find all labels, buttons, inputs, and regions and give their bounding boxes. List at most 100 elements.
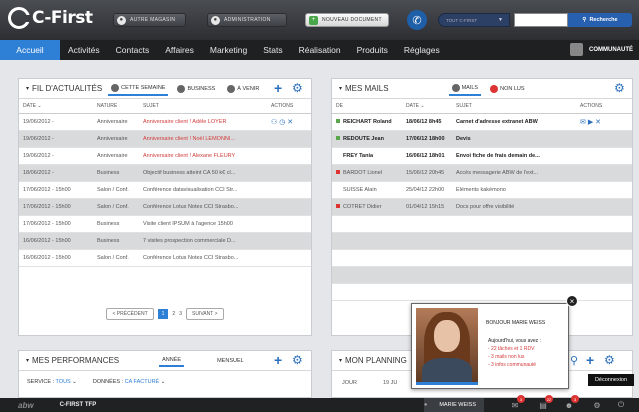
col-nature[interactable]: NATURE [93, 99, 139, 114]
table-row[interactable]: 19/06/2012 - Anniversaire Anniversaire c… [19, 130, 311, 148]
table-row[interactable]: 17/06/2012 - 15h00 Business Visite clien… [19, 215, 311, 233]
col-subject[interactable]: SUJET [452, 99, 576, 114]
clock-icon[interactable]: ◷ [279, 119, 285, 126]
summary-community[interactable]: - 3 infos communauté [488, 361, 541, 369]
power-icon[interactable]: ⏻ [616, 400, 626, 410]
collapse-icon[interactable]: ▾ [339, 85, 342, 92]
collapse-icon[interactable]: ▾ [339, 357, 342, 364]
filter-unread[interactable]: NON LUS [487, 83, 527, 95]
delete-icon[interactable]: ✕ [595, 119, 601, 126]
community-link[interactable]: COMMUNAUTÉ [570, 43, 633, 56]
search-scope-select[interactable]: TOUT C-FIRST ▼ [438, 13, 510, 27]
tab-affaires[interactable]: Affaires [157, 40, 202, 60]
filter-mails[interactable]: MAILS [448, 82, 482, 96]
tasks-icon[interactable]: ▤ 22 [538, 395, 553, 410]
administration-button[interactable]: ● ADMINISTRATION [207, 13, 287, 27]
tab-activites[interactable]: Activités [60, 40, 108, 60]
table-row[interactable]: 19/06/2012 - Anniversaire Anniversaire c… [19, 113, 311, 131]
filter-business[interactable]: BUSINESS [174, 83, 218, 95]
search-icon[interactable]: ⚲ [570, 354, 578, 367]
cell-nature: Anniversaire [93, 113, 139, 131]
add-icon[interactable]: + [274, 352, 282, 368]
cell-from: REICHART Roland [332, 113, 402, 131]
cell-subject[interactable]: Devis [452, 130, 576, 148]
prev-page-button[interactable]: < PRÉCÉDENT [106, 308, 154, 320]
settings-icon[interactable]: ⚙ [592, 400, 602, 410]
collapse-icon[interactable]: ▾ [26, 357, 29, 364]
community-icon[interactable]: ☻ 3 [564, 395, 579, 410]
table-row[interactable]: REDOUTE Jean 17/06/12 18h00 Devis [332, 130, 632, 148]
tab-produits[interactable]: Produits [349, 40, 396, 60]
summary-tasks[interactable]: - 22 tâches et 1 RDV [488, 345, 541, 353]
tab-contacts[interactable]: Contacts [108, 40, 158, 60]
reply-icon[interactable]: ✉ [580, 119, 586, 126]
cell-subject[interactable]: Carnet d'adresse extranet ABW [452, 113, 576, 131]
mail-icon[interactable]: ✉ 3 [510, 395, 525, 410]
table-row[interactable]: 16/06/2012 - 15h00 Salon / Conf. Confére… [19, 249, 311, 267]
tab-year[interactable]: ANNÉE [159, 355, 185, 367]
tab-realisation[interactable]: Réalisation [291, 40, 349, 60]
next-page-button[interactable]: SUIVANT > [185, 308, 224, 320]
tab-reglages[interactable]: Réglages [396, 40, 448, 60]
gear-icon[interactable]: ⚙ [604, 353, 615, 367]
table-row[interactable]: 17/06/2012 - 15h00 Salon / Conf. Confére… [19, 181, 311, 199]
cell-subject[interactable]: Conférence Lotus Notes CCI Strasbo... [139, 249, 267, 267]
mails-table: DE DATE ⌄ SUJET ACTIONS REICHART Roland … [332, 99, 632, 301]
add-icon[interactable]: + [274, 80, 282, 96]
page-1[interactable]: 1 [157, 309, 169, 319]
table-row[interactable]: 17/06/2012 - 15h00 Salon / Conf. Confére… [19, 198, 311, 216]
gear-icon[interactable]: ⚙ [292, 353, 303, 367]
table-row[interactable]: REICHART Roland 18/06/12 8h45 Carnet d'a… [332, 113, 632, 131]
col-from[interactable]: DE [332, 99, 402, 114]
cell-subject[interactable]: Objectif business atteint CA 50 k€ cl... [139, 164, 267, 182]
phone-icon[interactable]: ✆ [407, 10, 427, 30]
cell-subject[interactable]: Anniversaire client ! Adèle LOYER [139, 113, 267, 131]
gear-icon[interactable]: ⚙ [614, 81, 625, 95]
cell-subject[interactable]: Accès messagerie ABW de l'ext... [452, 164, 576, 182]
cell-subject[interactable]: Conférence datavisualisation CCI Str... [139, 181, 267, 199]
filter-upcoming[interactable]: À VENIR [224, 83, 262, 95]
table-row[interactable]: BARDOT Lionel 15/06/12 20h45 Accès messa… [332, 164, 632, 182]
data-filter[interactable]: DONNÉES : CA FACTURÉ ⌄ [93, 379, 165, 385]
col-date[interactable]: DATE ⌄ [402, 99, 452, 114]
other-store-button[interactable]: ● AUTRE MAGASIN [113, 13, 186, 27]
col-subject[interactable]: SUJET [139, 99, 267, 114]
cell-subject[interactable]: 7 visites prospection commerciale D... [139, 232, 267, 250]
cell-subject[interactable]: Eléments kakémono [452, 181, 576, 199]
search-input[interactable] [514, 13, 568, 27]
forward-icon[interactable]: ▶ [588, 119, 593, 126]
tab-stats[interactable]: Stats [255, 40, 290, 60]
add-icon[interactable]: + [586, 352, 594, 368]
table-row[interactable]: COTRET Didier 01/04/12 15h15 Docs pour o… [332, 198, 632, 216]
table-row[interactable]: SUISSE Alain 25/04/12 22h00 Eléments kak… [332, 181, 632, 199]
current-user[interactable]: ● MARIE WEISS [424, 398, 484, 412]
table-row[interactable]: FREY Tania 16/06/12 18h01 Envoi fiche de… [332, 147, 632, 165]
tab-accueil[interactable]: Accueil [0, 40, 60, 60]
collapse-icon[interactable]: ▾ [26, 85, 29, 92]
new-document-button[interactable]: + NOUVEAU DOCUMENT [305, 13, 389, 27]
delete-icon[interactable]: ✕ [287, 119, 293, 126]
empty-row [332, 266, 632, 284]
service-filter[interactable]: SERVICE : TOUS ⌄ [27, 379, 77, 385]
cell-subject[interactable]: Conférence Lotus Notes CCI Strasbo... [139, 198, 267, 216]
cell-subject[interactable]: Envoi fiche de frais demain de... [452, 147, 576, 165]
search-button[interactable]: ⚲ Recherche [568, 13, 632, 27]
filter-this-week[interactable]: CETTE SEMAINE [108, 82, 169, 96]
summary-mails[interactable]: - 3 mails non lus [488, 353, 541, 361]
page-2[interactable]: 2 [172, 311, 175, 317]
cell-subject[interactable]: Docs pour offre visibilité [452, 198, 576, 216]
close-icon[interactable]: × [566, 295, 578, 307]
table-row[interactable]: 16/06/2012 - 15h00 Business 7 visites pr… [19, 232, 311, 250]
assign-icon[interactable]: ⚇ [271, 119, 277, 126]
cell-subject[interactable]: Visite client IPSUM à l'agence 15h00 [139, 215, 267, 233]
col-date[interactable]: DATE ⌄ [19, 99, 93, 114]
cell-subject[interactable]: Anniversaire client ! Noël LEMONNI... [139, 130, 267, 148]
tab-marketing[interactable]: Marketing [202, 40, 255, 60]
gear-icon[interactable]: ⚙ [292, 81, 303, 95]
logo[interactable]: C-First [8, 7, 93, 29]
cell-subject[interactable]: Anniversaire client ! Alexane FLEURY [139, 147, 267, 165]
page-3[interactable]: 3 [179, 311, 182, 317]
table-row[interactable]: 19/06/2012 - Anniversaire Anniversaire c… [19, 147, 311, 165]
table-row[interactable]: 18/06/2012 - Business Objectif business … [19, 164, 311, 182]
tab-monthly[interactable]: MENSUEL [214, 356, 247, 366]
